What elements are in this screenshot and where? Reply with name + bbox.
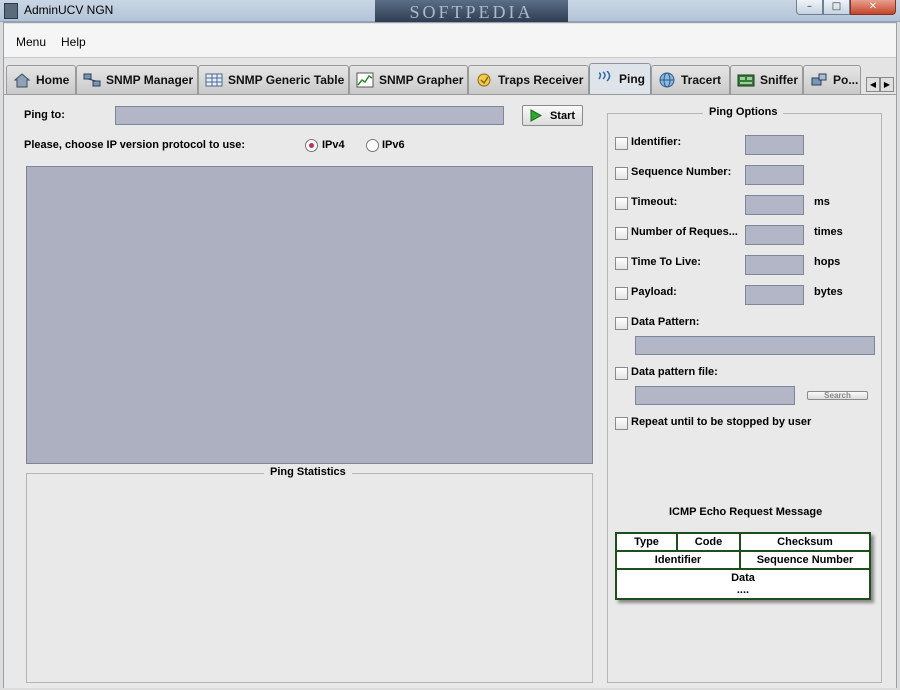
sequence-number-checkbox[interactable] [615,167,628,180]
icmp-code-cell: Code [676,532,741,552]
menu-item-menu[interactable]: Menu [16,35,46,49]
icmp-sequence-number-cell: Sequence Number [739,550,871,570]
tab-label: Ping [619,72,645,86]
tab-label: Home [36,73,70,87]
table-icon [205,73,223,87]
window-title: AdminUCV NGN [24,3,114,17]
timeout-unit: ms [814,196,830,208]
number-of-requests-label: Number of Reques... [631,226,738,238]
tab-snmp-generic-table[interactable]: SNMP Generic Table [198,65,349,94]
identifier-label: Identifier: [631,136,682,148]
number-of-requests-input[interactable] [745,225,804,245]
graph-icon [356,72,374,88]
icmp-data-ellipsis: .... [736,584,750,596]
data-pattern-label: Data Pattern: [631,316,700,328]
time-to-live-label: Time To Live: [631,256,701,268]
data-pattern-file-label: Data pattern file: [631,366,718,378]
payload-checkbox[interactable] [615,287,628,300]
icmp-title: ICMP Echo Request Message [669,506,823,518]
icmp-data-cell: Data .... [615,568,871,600]
repeat-label: Repeat until to be stopped by user [631,416,812,428]
payload-unit: bytes [814,286,843,298]
ping-options-title: Ping Options [703,106,784,118]
timeout-input[interactable] [745,195,804,215]
globe-icon [659,72,675,88]
ipv6-label: IPv6 [382,139,405,151]
sequence-number-input[interactable] [745,165,804,185]
repeat-checkbox[interactable] [615,417,628,430]
timeout-checkbox[interactable] [615,197,628,210]
play-icon [530,109,542,122]
tab-traps-receiver[interactable]: Traps Receiver [468,65,589,94]
tab-snmp-grapher[interactable]: SNMP Grapher [349,65,468,94]
payload-label: Payload: [631,286,677,298]
tab-scroll-left-button[interactable]: ◀ [866,77,880,92]
tab-label: Tracert [681,73,722,87]
ping-target-input[interactable] [115,106,504,125]
tab-scroll-right-button[interactable]: ▶ [880,77,894,92]
menu-bar: Menu Help [4,24,896,58]
tab-label: Sniffer [760,73,799,87]
network-icon [83,73,101,87]
icmp-identifier-cell: Identifier [615,550,741,570]
number-of-requests-unit: times [814,226,843,238]
maximize-button[interactable]: □ [823,0,850,15]
tab-tracert[interactable]: Tracert [651,65,730,94]
ipv4-label: IPv4 [322,139,345,151]
app-icon [4,3,18,19]
number-of-requests-checkbox[interactable] [615,227,628,240]
tab-label: Traps Receiver [498,73,584,87]
tab-label: SNMP Generic Table [228,73,345,87]
ping-icon [598,71,611,82]
home-icon [13,73,31,88]
tab-home[interactable]: Home [6,65,76,94]
tab-sniffer[interactable]: Sniffer [730,65,803,94]
watermark-logo: SOFTPEDIA [375,0,568,22]
ping-panel: Ping to: Start Please, choose IP version… [4,94,896,688]
search-file-button[interactable]: Search [807,391,868,400]
tab-ping[interactable]: Ping [589,63,651,94]
icmp-data-label: Data [731,572,755,584]
data-pattern-file-checkbox[interactable] [615,367,628,380]
identifier-input[interactable] [745,135,804,155]
timeout-label: Timeout: [631,196,678,208]
tab-strip: Home SNMP Manager SNMP Generic Table SNM… [4,63,896,94]
ip-version-label: Please, choose IP version protocol to us… [24,139,246,151]
icmp-checksum-cell: Checksum [739,532,871,552]
identifier-checkbox[interactable] [615,137,628,150]
time-to-live-unit: hops [814,256,841,268]
ping-statistics-group [26,473,593,683]
start-button[interactable]: Start [522,105,583,126]
time-to-live-input[interactable] [745,255,804,275]
data-pattern-checkbox[interactable] [615,317,628,330]
sequence-number-label: Sequence Number: [631,166,732,178]
tab-label: SNMP Manager [106,73,194,87]
icmp-message-diagram: Type Code Checksum Identifier Sequence N… [615,532,871,600]
close-button[interactable]: ✕ [850,0,896,15]
ping-output-area[interactable] [26,166,593,464]
tab-port[interactable]: Po... [803,65,861,94]
tab-snmp-manager[interactable]: SNMP Manager [76,65,198,94]
tab-label: SNMP Grapher [379,73,464,87]
ping-statistics-title: Ping Statistics [264,466,352,478]
port-icon [811,73,827,86]
start-button-label: Start [549,109,576,122]
data-pattern-file-input[interactable] [635,386,795,405]
tab-scroll-buttons: ◀ ▶ [866,77,896,92]
ping-to-label: Ping to: [24,109,65,121]
menu-item-help[interactable]: Help [61,35,86,49]
data-pattern-input[interactable] [635,336,875,355]
time-to-live-checkbox[interactable] [615,257,628,270]
ipv6-radio[interactable] [366,139,379,152]
payload-input[interactable] [745,285,804,305]
tab-label: Po... [833,73,859,87]
minimize-button[interactable]: – [796,0,823,15]
trap-icon [477,73,491,87]
sniffer-icon [737,74,755,87]
ipv4-radio[interactable] [305,139,318,152]
title-bar: AdminUCV NGN SOFTPEDIA – □ ✕ [0,0,900,22]
icmp-type-cell: Type [615,532,678,552]
